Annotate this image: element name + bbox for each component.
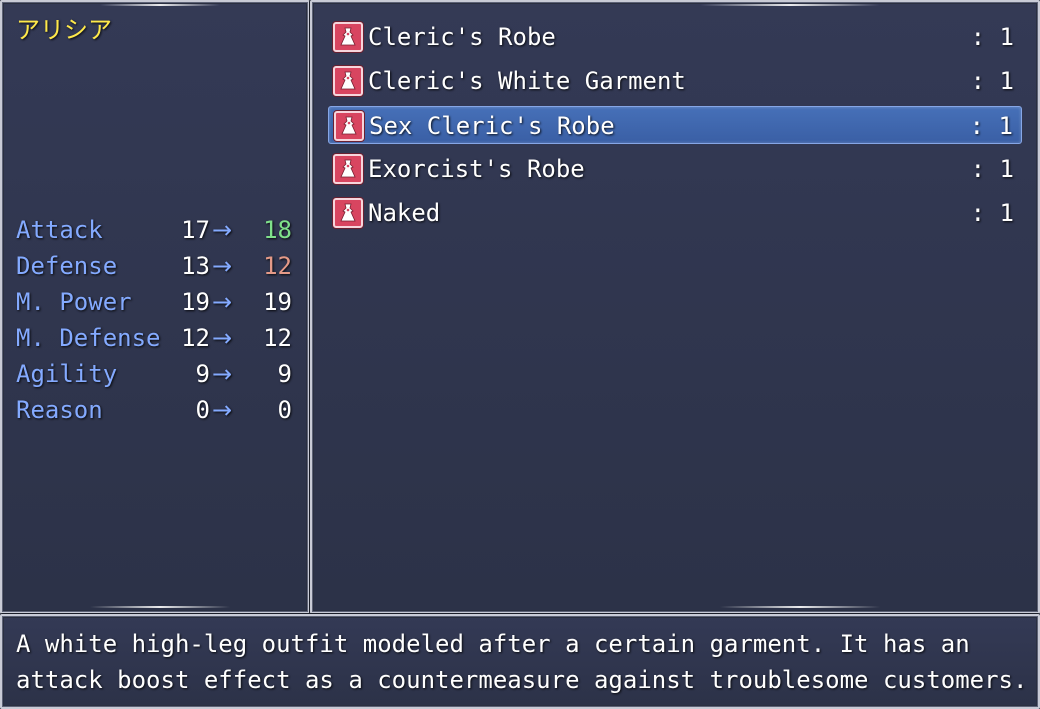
list-item-clerics-robe[interactable]: Cleric's Robe : 1: [328, 18, 1022, 56]
item-count: : 1: [970, 155, 1014, 183]
right-arrow-icon: →: [212, 360, 233, 388]
list-item-exorcists-robe[interactable]: Exorcist's Robe : 1: [328, 150, 1022, 188]
item-name: Cleric's Robe: [368, 23, 556, 51]
help-text-line-2: attack boost effect as a countermeasure …: [16, 666, 1028, 694]
item-name: Naked: [368, 199, 441, 227]
actor-name: アリシア: [16, 16, 112, 44]
param-current-value: 19: [181, 288, 210, 316]
param-new-value: 18: [263, 216, 292, 244]
param-row-agility: Agility 9 → 9: [16, 356, 292, 392]
item-name: Exorcist's Robe: [368, 155, 585, 183]
param-row-reason: Reason 0 → 0: [16, 392, 292, 428]
param-new-value: 12: [263, 324, 292, 352]
dress-icon: [333, 66, 363, 96]
frame-ornament: [90, 606, 230, 608]
list-item-sex-clerics-robe[interactable]: Sex Cleric's Robe : 1: [328, 106, 1022, 144]
item-count: : 1: [970, 67, 1014, 95]
right-arrow-icon: →: [212, 396, 233, 424]
dress-icon: [333, 198, 363, 228]
item-name: Cleric's White Garment: [368, 67, 686, 95]
param-row-defense: Defense 13 → 12: [16, 248, 292, 284]
right-arrow-icon: →: [212, 288, 233, 316]
item-count: : 1: [970, 23, 1014, 51]
list-item-clerics-white-garment[interactable]: Cleric's White Garment : 1: [328, 62, 1022, 100]
frame-ornament: [720, 606, 880, 608]
param-new-value: 9: [277, 360, 292, 388]
right-arrow-icon: →: [212, 252, 233, 280]
help-text-line-1: A white high-leg outfit modeled after a …: [16, 630, 970, 658]
param-current-value: 0: [195, 396, 210, 424]
item-count: : 1: [969, 112, 1013, 140]
dress-icon: [333, 154, 363, 184]
param-row-m-defense: M. Defense 12 → 12: [16, 320, 292, 356]
param-current-value: 13: [181, 252, 210, 280]
item-count: : 1: [970, 199, 1014, 227]
param-label: Attack: [16, 216, 103, 244]
right-arrow-icon: →: [212, 324, 233, 352]
param-label: Defense: [16, 252, 118, 280]
param-current-value: 17: [181, 216, 210, 244]
param-label: Reason: [16, 396, 103, 424]
dress-icon: [334, 111, 364, 141]
param-label: M. Defense: [16, 324, 161, 352]
param-label: Agility: [16, 360, 118, 388]
param-current-value: 12: [181, 324, 210, 352]
param-current-value: 9: [195, 360, 210, 388]
right-arrow-icon: →: [212, 216, 233, 244]
param-label: M. Power: [16, 288, 132, 316]
param-new-value: 0: [277, 396, 292, 424]
dress-icon: [333, 22, 363, 52]
list-item-naked[interactable]: Naked : 1: [328, 194, 1022, 232]
item-name: Sex Cleric's Robe: [369, 112, 615, 140]
param-new-value: 12: [263, 252, 292, 280]
param-new-value: 19: [263, 288, 292, 316]
param-row-m-power: M. Power 19 → 19: [16, 284, 292, 320]
param-row-attack: Attack 17 → 18: [16, 212, 292, 248]
frame-ornament: [700, 4, 880, 6]
frame-ornament: [100, 4, 220, 6]
